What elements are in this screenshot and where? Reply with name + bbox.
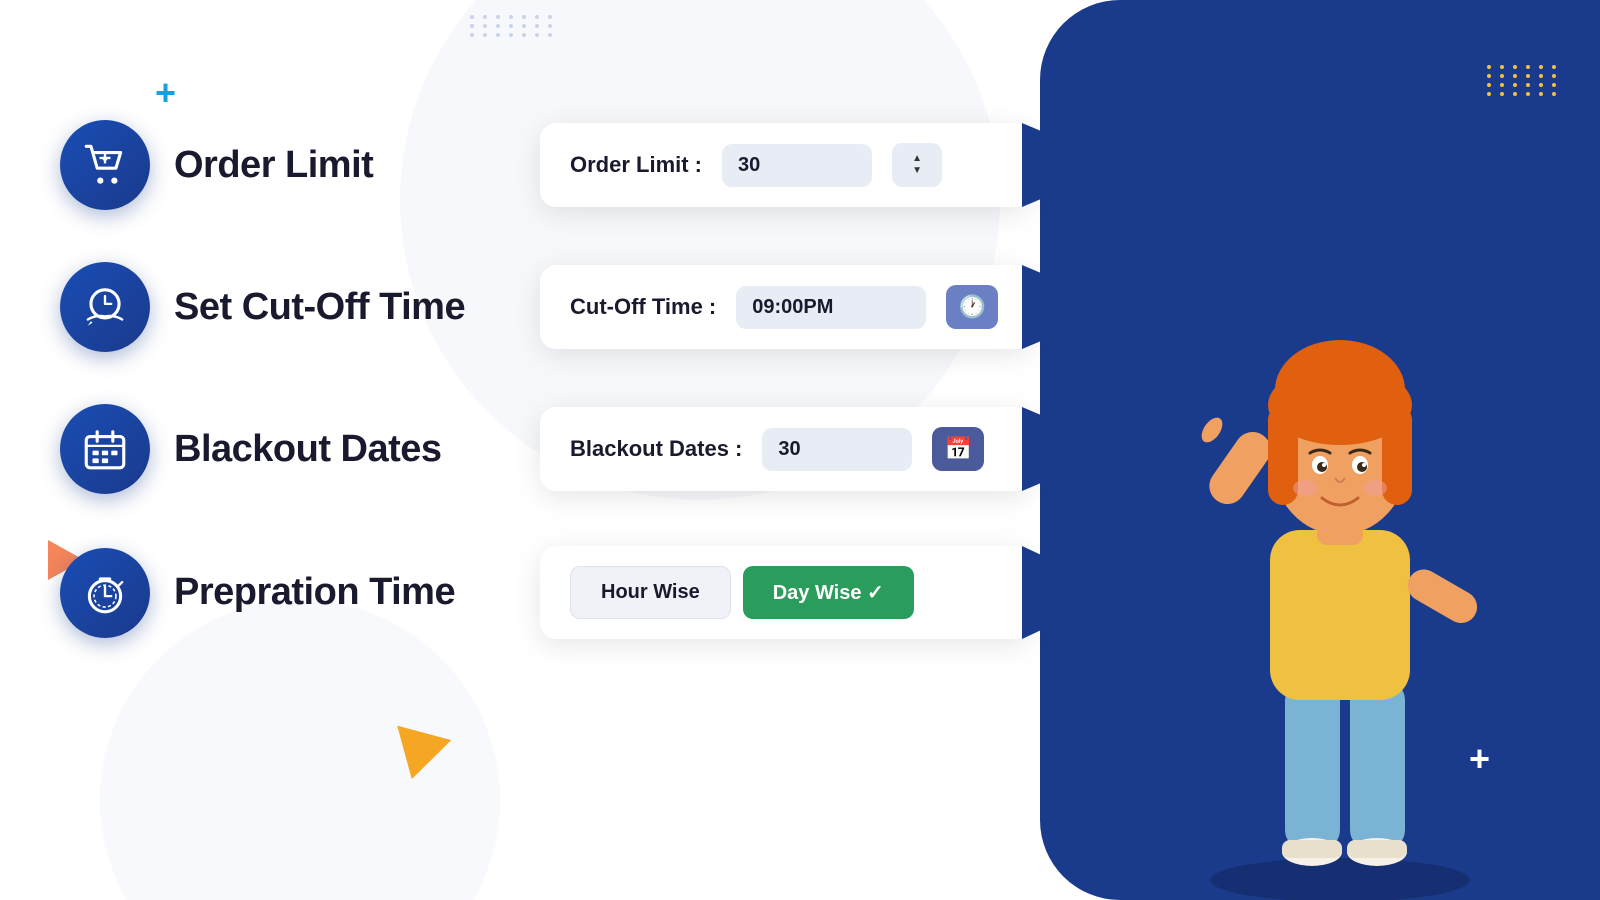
stopwatch-icon bbox=[80, 568, 130, 618]
order-limit-card-label: Order Limit : bbox=[570, 152, 702, 178]
clock-hand-icon bbox=[80, 282, 130, 332]
spinner-up-icon: ▲ bbox=[912, 154, 922, 164]
calendar-icon bbox=[80, 424, 130, 474]
cutoff-time-input[interactable] bbox=[736, 286, 926, 329]
calendar-icon-btn: 📅 bbox=[945, 436, 972, 462]
order-limit-input[interactable] bbox=[722, 144, 872, 187]
blackout-card-wrapper: Blackout Dates : 📅 bbox=[540, 407, 1030, 491]
cutoff-card-label: Cut-Off Time : bbox=[570, 294, 716, 320]
character-illustration bbox=[1140, 220, 1520, 900]
clock-icon: 🕐 bbox=[959, 294, 986, 320]
prep-label: Prepration Time bbox=[174, 571, 455, 614]
blackout-label: Blackout Dates bbox=[174, 428, 442, 471]
preparation-time-row: Prepration Time Hour Wise Day Wise ✓ bbox=[60, 546, 1110, 639]
blackout-dates-input[interactable] bbox=[762, 428, 912, 471]
blackout-calendar-button[interactable]: 📅 bbox=[932, 427, 984, 471]
cart-icon bbox=[80, 140, 130, 190]
prep-card-wrapper: Hour Wise Day Wise ✓ bbox=[540, 546, 1030, 639]
spinner-down-icon: ▼ bbox=[912, 166, 922, 176]
blackout-card-label: Blackout Dates : bbox=[570, 436, 742, 462]
order-limit-card: Order Limit : ▲ ▼ bbox=[540, 123, 1030, 207]
prep-icon-circle bbox=[60, 548, 150, 638]
cutoff-icon-circle bbox=[60, 262, 150, 352]
blackout-card: Blackout Dates : 📅 bbox=[540, 407, 1030, 491]
character-area bbox=[1040, 0, 1600, 900]
order-limit-label: Order Limit bbox=[174, 144, 373, 187]
order-limit-spinner[interactable]: ▲ ▼ bbox=[892, 143, 942, 187]
order-limit-icon-circle bbox=[60, 120, 150, 210]
plus-icon-topleft: + bbox=[155, 75, 176, 111]
order-limit-row: Order Limit Order Limit : ▲ ▼ bbox=[60, 120, 1110, 210]
cutoff-clock-button[interactable]: 🕐 bbox=[946, 285, 998, 329]
cutoff-card-wrapper: Cut-Off Time : 🕐 bbox=[540, 265, 1030, 349]
blackout-icon-circle bbox=[60, 404, 150, 494]
blackout-dates-row: Blackout Dates Blackout Dates : 📅 bbox=[60, 404, 1110, 494]
cutoff-card: Cut-Off Time : 🕐 bbox=[540, 265, 1030, 349]
cutoff-label: Set Cut-Off Time bbox=[174, 286, 465, 329]
day-wise-button[interactable]: Day Wise ✓ bbox=[743, 566, 914, 619]
order-limit-card-wrapper: Order Limit : ▲ ▼ bbox=[540, 123, 1030, 207]
cutoff-time-row: Set Cut-Off Time Cut-Off Time : 🕐 bbox=[60, 262, 1110, 352]
dots-decoration-top bbox=[470, 15, 556, 37]
prep-card: Hour Wise Day Wise ✓ bbox=[540, 546, 1030, 639]
hour-wise-button[interactable]: Hour Wise bbox=[570, 566, 731, 619]
